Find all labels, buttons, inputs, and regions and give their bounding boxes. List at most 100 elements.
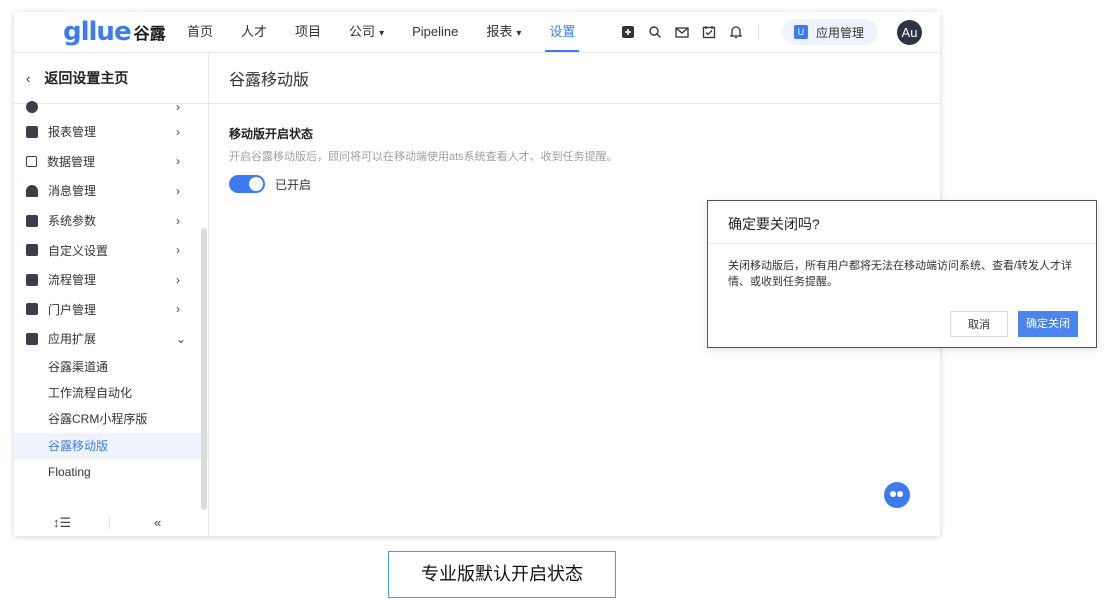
submenu-item-workflow-automation[interactable]: 工作流程自动化 [14,380,208,406]
grid-icon [26,244,38,257]
main-nav: 首页 人才 项目 公司 ▾ Pipeline 报表 ▾ 设置 [187,12,589,52]
extension-icon [26,332,38,345]
list-icon [26,214,38,227]
app-store-icon: U [794,25,808,39]
submenu-item-mobile[interactable]: 谷露移动版 [14,432,208,459]
chevron-right-icon: › [176,272,180,287]
nav-reports-label: 报表 [486,24,513,39]
chevron-right-icon: › [176,183,180,198]
sort-icon[interactable]: ↕☰ [53,515,71,531]
mobile-enable-toggle[interactable] [229,175,265,193]
sidebar-item-data[interactable]: 数据管理 › [14,147,208,177]
confirm-close-button[interactable]: 确定关闭 [1018,311,1078,337]
sidebar-item-label: 自定义设置 [48,243,109,258]
section-description: 开启谷露移动版后，顾问将可以在移动端使用ats系统查看人才、收到任务提醒。 [229,151,618,163]
dialog-divider [708,243,1096,244]
cancel-button[interactable]: 取消 [950,311,1008,337]
sidebar-item-reports[interactable]: 报表管理 › [14,117,208,147]
dialog-body: 关闭移动版后，所有用户都将无法在移动端访问系统、查看/转发人才详情、或收到任务提… [728,260,1073,288]
submenu-item-floating[interactable]: Floating [14,459,208,485]
chevron-down-icon: ⌄ [176,331,187,346]
report-icon [26,125,38,138]
sidebar-item-label: 消息管理 [48,184,97,199]
chevron-right-icon: › [176,124,180,139]
sidebar-item-partial[interactable]: › [14,97,208,117]
sidebar-item-system-params[interactable]: 系统参数 › [14,206,208,236]
plus-square-icon[interactable] [621,25,635,39]
search-icon[interactable] [648,25,662,39]
toggle-row: 已开启 [229,175,618,193]
footer-divider [109,517,110,529]
toolbar-divider [758,24,759,40]
nav-pipeline[interactable]: Pipeline [398,12,472,52]
sidebar-item-messages[interactable]: 消息管理 › [14,176,208,206]
submenu-item-channel[interactable]: 谷露渠道通 [14,354,208,380]
nav-talent-label: 人才 [241,24,268,39]
sidebar-scrollbar[interactable] [201,228,207,510]
submenu-item-crm-miniprogram[interactable]: 谷露CRM小程序版 [14,406,208,432]
avatar[interactable]: Au [897,20,922,45]
back-label: 返回设置主页 [44,70,129,86]
calendar-check-icon[interactable] [702,25,716,39]
chevron-left-icon: ‹ [26,70,31,86]
nav-talent[interactable]: 人才 [227,12,281,52]
dialog-title: 确定要关闭吗? [728,216,820,232]
app-management-button[interactable]: U 应用管理 [782,19,878,45]
nav-pipeline-label: Pipeline [412,24,459,39]
flow-icon [26,273,38,286]
bell-icon [26,184,38,197]
chevron-right-icon: › [176,213,180,228]
assistant-mascot-icon[interactable] [884,482,910,508]
confirm-close-dialog: 确定要关闭吗? 关闭移动版后，所有用户都将无法在移动端访问系统、查看/转发人才详… [707,200,1097,348]
sidebar-footer: ↕☰ « [14,509,208,536]
nav-reports[interactable]: 报表 ▾ [472,12,535,52]
mail-icon[interactable] [675,25,689,39]
nav-settings-label: 设置 [549,24,576,39]
sidebar-item-label: 系统参数 [48,214,97,229]
mobile-status-section: 移动版开启状态 开启谷露移动版后，顾问将可以在移动端使用ats系统查看人才、收到… [229,125,618,193]
nav-home[interactable]: 首页 [187,12,227,52]
sidebar-item-workflow[interactable]: 流程管理 › [14,265,208,295]
sidebar-item-custom-settings[interactable]: 自定义设置 › [14,235,208,265]
shield-icon [26,101,38,113]
nav-projects-label: 项目 [295,24,322,39]
sidebar-item-label: 报表管理 [48,125,97,140]
nav-company[interactable]: 公司 ▾ [335,12,398,52]
toolbar-icons [621,12,768,52]
section-title: 移动版开启状态 [229,127,314,141]
chevron-down-icon: ▾ [516,28,522,39]
sidebar-item-label: 门户管理 [48,302,97,317]
logo-wordmark: gllue [63,17,132,47]
logo-chinese: 谷露 [133,26,166,43]
chevron-right-icon: › [176,243,180,258]
toggle-knob [249,177,263,191]
mascot-eye [890,491,896,497]
app-management-label: 应用管理 [816,25,865,40]
nav-company-label: 公司 [349,24,376,39]
sidebar-item-label: 流程管理 [48,273,97,288]
chevron-right-icon: › [176,302,180,317]
mascot-eye [897,491,903,497]
collapse-icon[interactable]: « [154,515,161,530]
sidebar-item-label: 应用扩展 [48,332,97,347]
page-title: 谷露移动版 [229,72,310,89]
caption-box: 专业版默认开启状态 [388,551,616,598]
nav-settings[interactable]: 设置 [535,12,589,52]
top-navbar: gllue 谷露 首页 人才 项目 公司▾ Pipeline 报表▾ 设置 [14,12,940,53]
nav-home-label: 首页 [187,24,214,39]
sidebar-item-label: 数据管理 [47,154,96,169]
content-header: 谷露移动版 [209,53,940,104]
sidebar-item-portal[interactable]: 门户管理 › [14,295,208,325]
bell-icon[interactable] [729,25,743,39]
monitor-icon [26,303,38,316]
chevron-down-icon: ▾ [379,28,385,39]
chart-icon [26,155,37,167]
chevron-right-icon: › [176,154,180,169]
chevron-right-icon: › [176,100,180,114]
settings-sidebar: ‹ 返回设置主页 › 报表管理 › 数据管理 › 消息管理 › 系统参数 › 自… [14,53,209,536]
sidebar-menu: › 报表管理 › 数据管理 › 消息管理 › 系统参数 › 自定义设置 › 流程… [14,100,208,485]
logo[interactable]: gllue 谷露 [63,18,166,46]
nav-projects[interactable]: 项目 [281,12,335,52]
sidebar-item-app-extension[interactable]: 应用扩展 ⌄ [14,324,208,354]
toggle-status-label: 已开启 [275,177,312,192]
